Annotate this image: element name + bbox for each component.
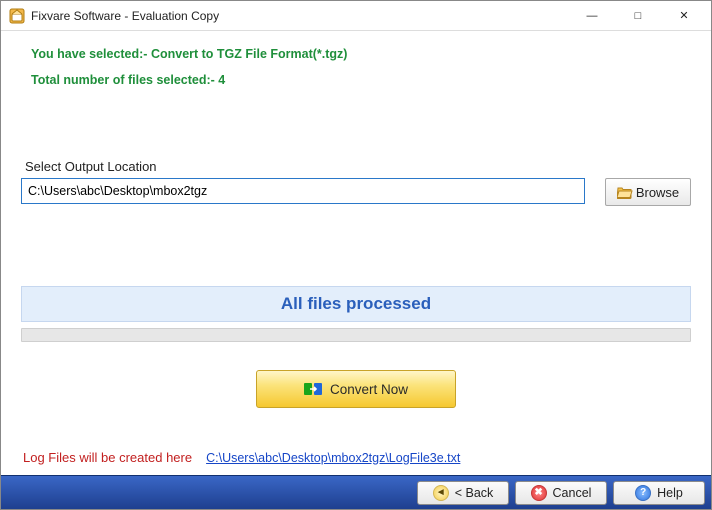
browse-button-label: Browse <box>636 185 679 200</box>
help-button[interactable]: ? Help <box>613 481 705 505</box>
back-arrow-icon: ◄ <box>433 485 449 501</box>
folder-open-icon <box>617 185 633 199</box>
cancel-button[interactable]: ✖ Cancel <box>515 481 607 505</box>
progress-bar <box>21 328 691 342</box>
convert-button-label: Convert Now <box>330 382 408 397</box>
window-controls: — □ ✕ <box>569 2 707 30</box>
help-button-label: Help <box>657 486 683 500</box>
window-title: Fixvare Software - Evaluation Copy <box>31 9 219 23</box>
log-label: Log Files will be created here <box>23 450 192 465</box>
convert-icon <box>304 381 322 397</box>
convert-now-button[interactable]: Convert Now <box>256 370 456 408</box>
selected-count-text: Total number of files selected:- 4 <box>21 71 691 89</box>
footer-bar: ◄ < Back ✖ Cancel ? Help <box>1 475 711 509</box>
cancel-button-label: Cancel <box>553 486 592 500</box>
log-file-link[interactable]: C:\Users\abc\Desktop\mbox2tgz\LogFile3e.… <box>206 451 460 465</box>
cancel-icon: ✖ <box>531 485 547 501</box>
title-bar: Fixvare Software - Evaluation Copy — □ ✕ <box>1 1 711 31</box>
minimize-button[interactable]: — <box>569 2 615 30</box>
app-icon <box>9 8 25 24</box>
browse-button[interactable]: Browse <box>605 178 691 206</box>
back-button[interactable]: ◄ < Back <box>417 481 509 505</box>
help-icon: ? <box>635 485 651 501</box>
output-location-label: Select Output Location <box>21 159 691 174</box>
output-location-row: Browse <box>21 178 691 206</box>
maximize-button[interactable]: □ <box>615 2 661 30</box>
convert-row: Convert Now <box>21 370 691 408</box>
status-banner: All files processed <box>21 286 691 322</box>
status-text: All files processed <box>281 294 431 313</box>
back-button-label: < Back <box>455 486 494 500</box>
log-row: Log Files will be created here C:\Users\… <box>21 444 691 471</box>
close-button[interactable]: ✕ <box>661 2 707 30</box>
output-location-input[interactable] <box>21 178 585 204</box>
selected-format-text: You have selected:- Convert to TGZ File … <box>21 45 691 63</box>
content-area: You have selected:- Convert to TGZ File … <box>1 31 711 475</box>
